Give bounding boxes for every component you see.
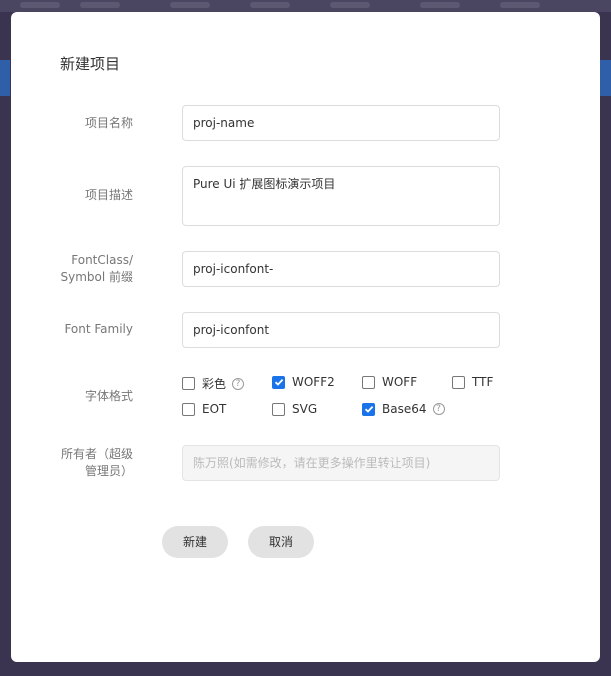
format-option-base64[interactable]: Base64 ? bbox=[362, 402, 445, 416]
help-icon[interactable]: ? bbox=[432, 403, 445, 415]
checkbox-checked[interactable] bbox=[362, 402, 375, 416]
project-desc-textarea[interactable]: Pure Ui 扩展图标演示项目 bbox=[182, 166, 500, 226]
format-option-label: 彩色 bbox=[202, 377, 227, 391]
checkbox[interactable] bbox=[452, 375, 465, 389]
format-option-label: WOFF2 bbox=[292, 375, 335, 389]
prefix-label-line1: FontClass/ bbox=[71, 253, 133, 267]
format-option-svg[interactable]: SVG bbox=[272, 402, 317, 416]
new-project-dialog: 新建项目 项目名称 proj-name 项目描述 Pure Ui 扩展图标演示项… bbox=[11, 12, 600, 662]
project-name-label: 项目名称 bbox=[84, 116, 133, 130]
checkbox[interactable] bbox=[362, 375, 375, 389]
format-option-label: Base64 bbox=[382, 402, 427, 416]
format-option-label: SVG bbox=[292, 402, 318, 416]
background-panel-left bbox=[0, 60, 10, 96]
format-option-woff2[interactable]: WOFF2 bbox=[272, 375, 335, 389]
format-option-eot[interactable]: EOT bbox=[182, 402, 226, 416]
prefix-input[interactable]: proj-iconfont- bbox=[182, 251, 500, 287]
checkbox[interactable] bbox=[272, 402, 285, 416]
owner-label-line1: 所有者（超级 bbox=[60, 447, 133, 461]
format-option-label: EOT bbox=[202, 402, 227, 416]
format-option-woff[interactable]: WOFF bbox=[362, 375, 417, 389]
dialog-title: 新建项目 bbox=[60, 55, 121, 73]
project-name-input[interactable]: proj-name bbox=[182, 105, 500, 141]
checkbox-checked[interactable] bbox=[272, 375, 285, 389]
cancel-button[interactable]: 取消 bbox=[248, 526, 314, 558]
format-option-color[interactable]: 彩色 ? bbox=[182, 375, 245, 392]
prefix-label: FontClass/ Symbol 前缀 bbox=[13, 252, 133, 286]
background-toolbar bbox=[0, 0, 611, 12]
checkmark-icon bbox=[364, 405, 373, 413]
prefix-label-line2: Symbol 前缀 bbox=[60, 270, 133, 284]
format-option-ttf[interactable]: TTF bbox=[452, 375, 493, 389]
font-family-input[interactable]: proj-iconfont bbox=[182, 312, 500, 348]
formats-label: 字体格式 bbox=[84, 389, 133, 403]
create-button[interactable]: 新建 bbox=[162, 526, 228, 558]
checkmark-icon bbox=[274, 378, 283, 386]
project-desc-label: 项目描述 bbox=[84, 188, 133, 202]
help-icon[interactable]: ? bbox=[232, 377, 245, 390]
checkbox[interactable] bbox=[182, 377, 195, 390]
owner-label: 所有者（超级 管理员） bbox=[13, 446, 133, 480]
format-option-label: WOFF bbox=[382, 375, 418, 389]
checkbox[interactable] bbox=[182, 402, 195, 416]
font-family-label: Font Family bbox=[64, 322, 133, 336]
owner-input-disabled: 陈万照(如需修改，请在更多操作里转让项目) bbox=[182, 445, 500, 481]
owner-label-line2: 管理员） bbox=[84, 464, 133, 478]
format-option-label: TTF bbox=[472, 375, 494, 389]
background-panel-right bbox=[600, 60, 611, 96]
